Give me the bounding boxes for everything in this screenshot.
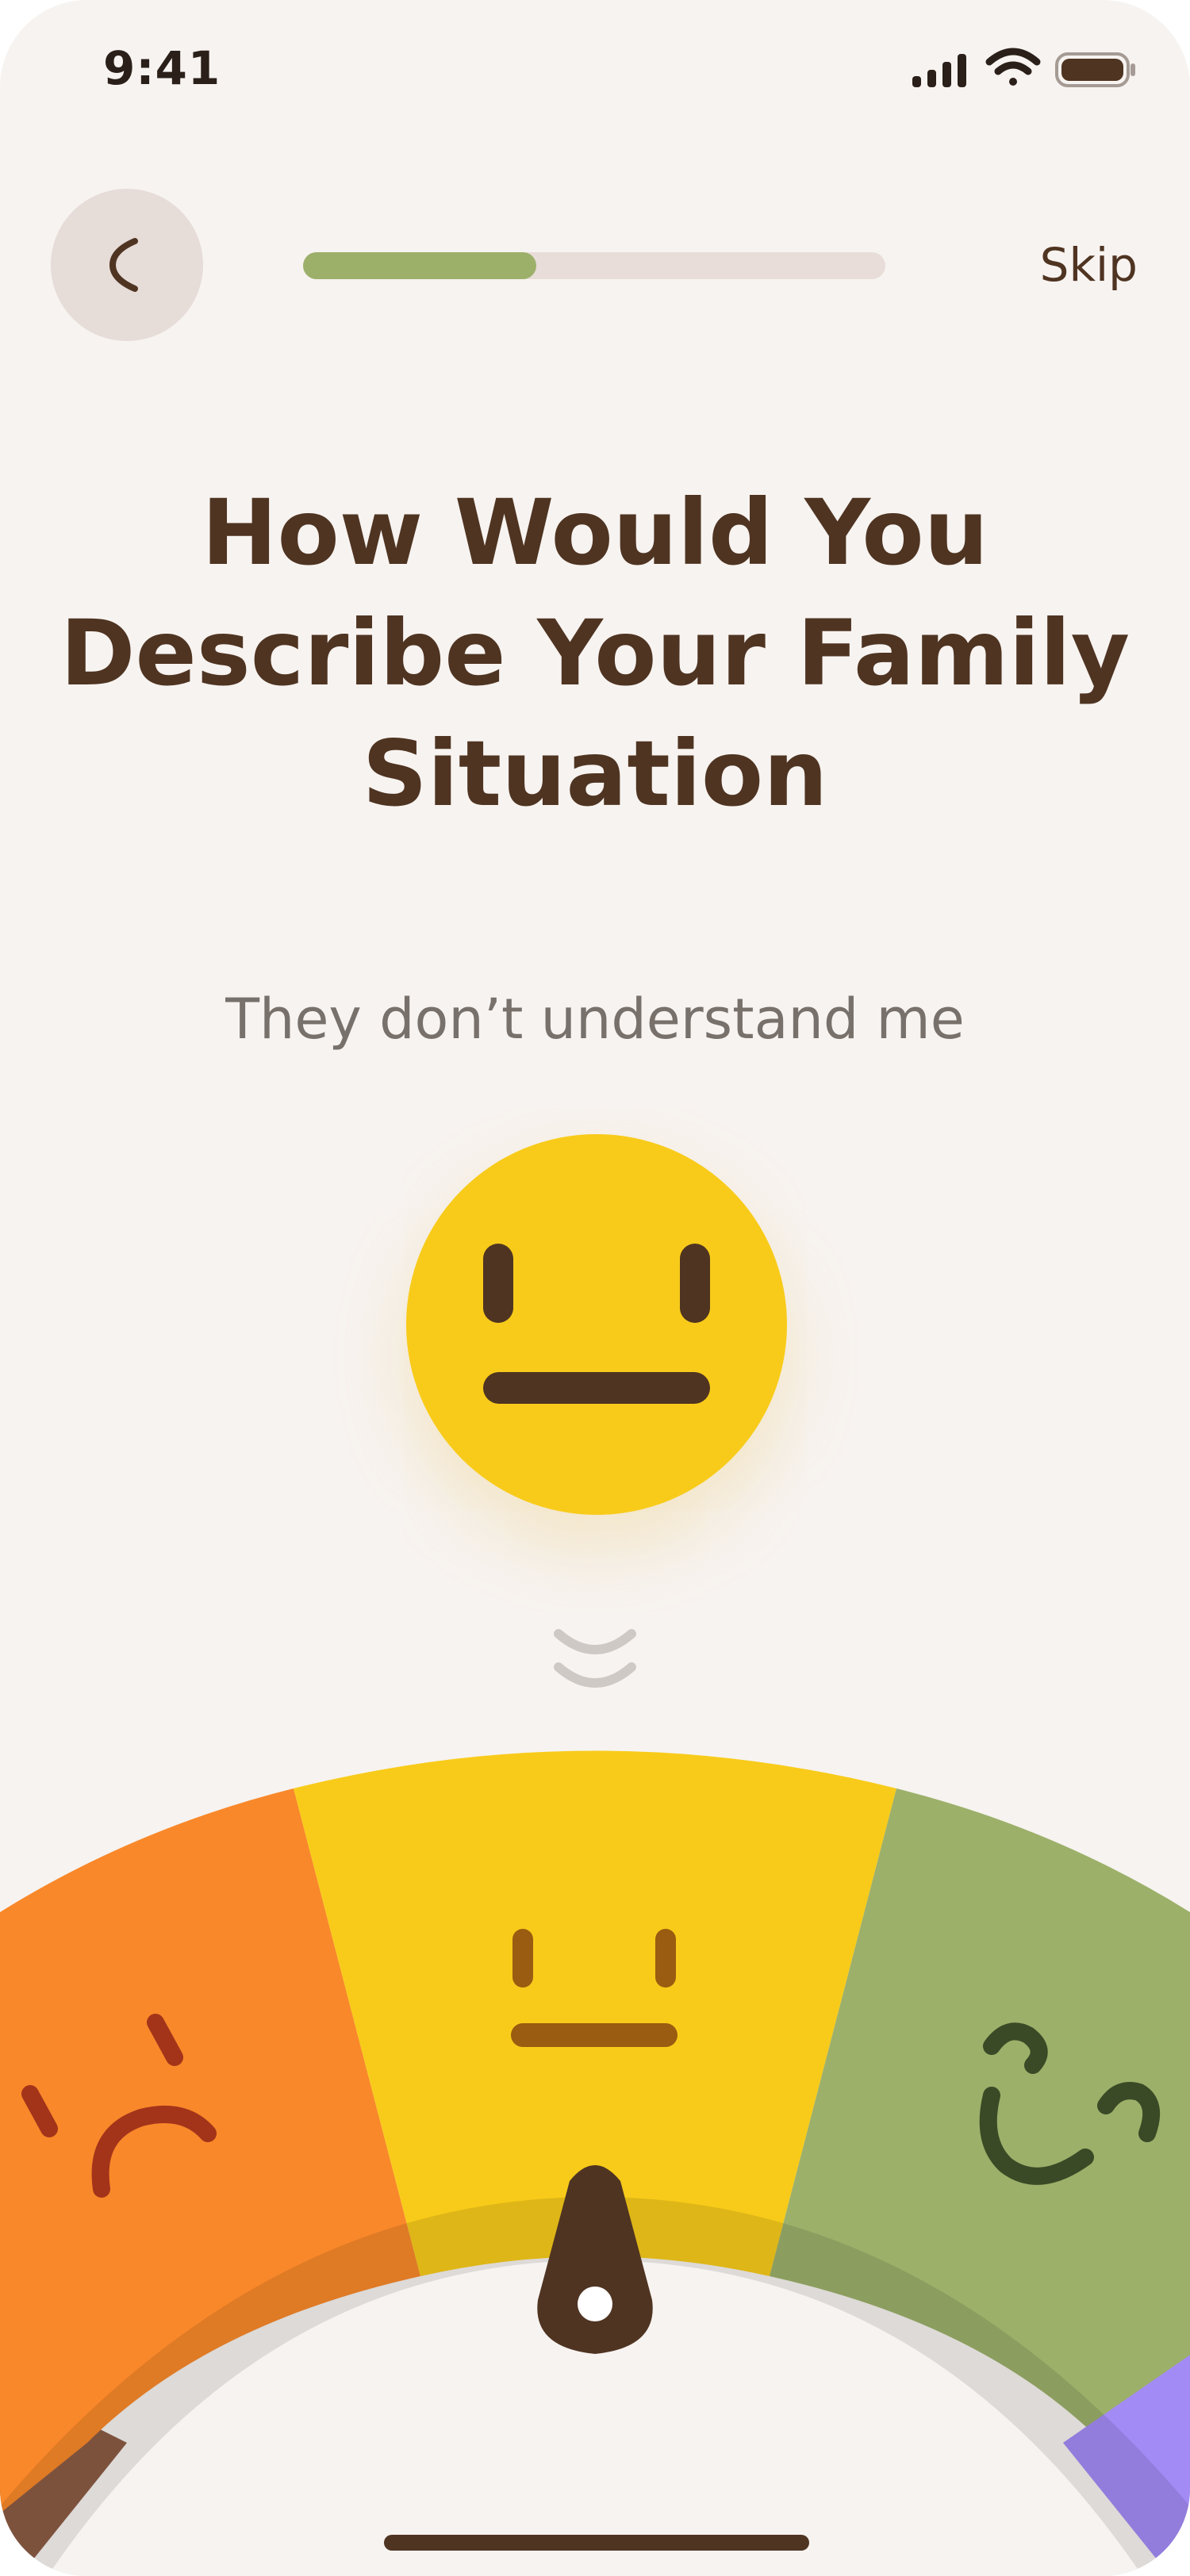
signal-icon [912, 54, 966, 87]
status-icons [912, 46, 1142, 97]
back-arrow-icon [109, 238, 138, 292]
chevron-down-icon [547, 1618, 643, 1716]
title-line-3: Situation [362, 721, 828, 826]
title-line-2: Describe Your Family [60, 600, 1130, 706]
selected-mood-label: They don’t understand me [225, 987, 965, 1052]
page-title: How Would You Describe Your Family Situa… [0, 473, 1190, 834]
wifi-icon [985, 48, 1041, 86]
back-button[interactable] [51, 189, 203, 341]
battery-icon [1055, 52, 1135, 87]
status-bar: 9:41 [0, 0, 1190, 143]
screen: 9:41 Skip How Would You Describe Your Fa… [0, 0, 1190, 2576]
skip-button[interactable]: Skip [1040, 238, 1138, 292]
progress-fill [303, 252, 536, 279]
title-line-1: How Would You [202, 480, 988, 585]
progress-bar [303, 252, 885, 279]
neutral-face-icon [406, 1134, 787, 1515]
status-time: 9:41 [103, 41, 221, 95]
home-indicator[interactable] [384, 2535, 809, 2551]
mood-dial[interactable] [0, 1729, 1190, 2576]
